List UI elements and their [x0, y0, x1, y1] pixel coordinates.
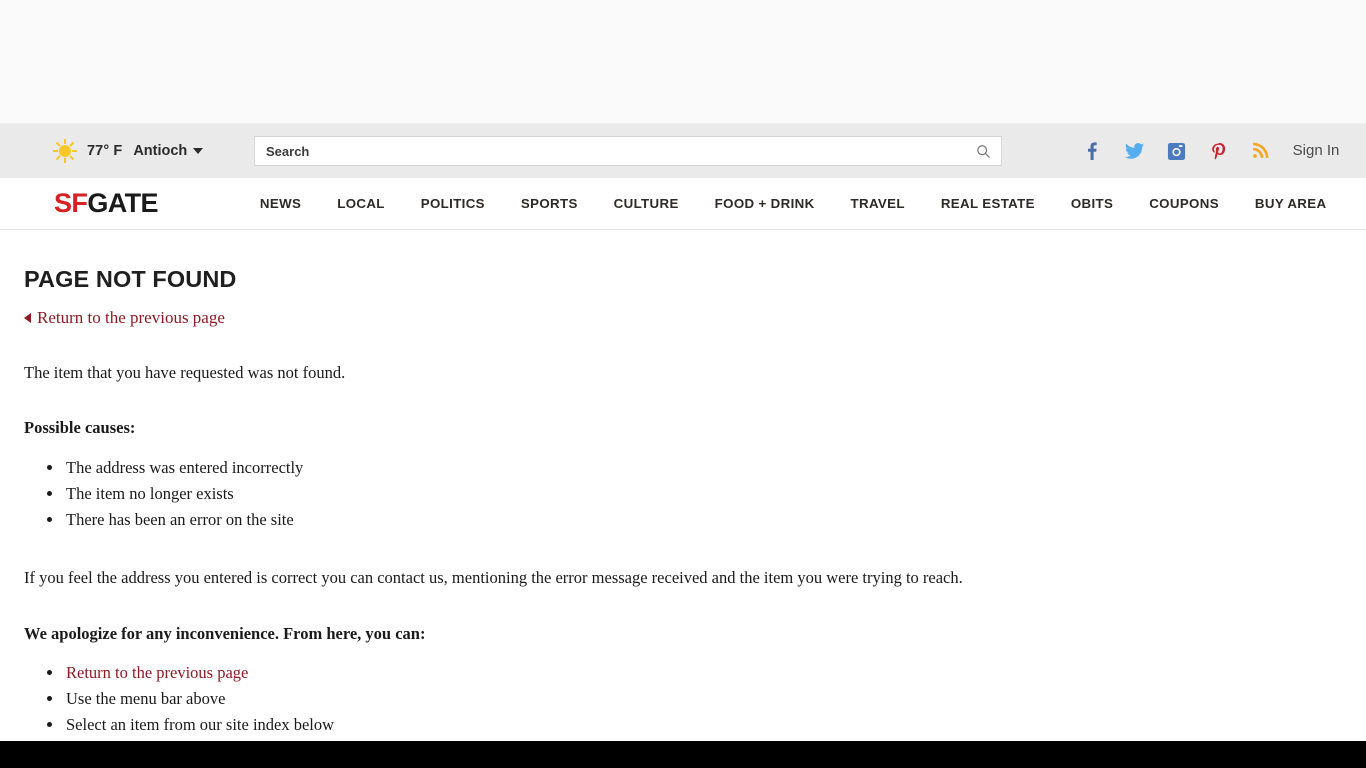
nav-item-news[interactable]: NEWS: [242, 196, 319, 211]
return-link-label: Return to the previous page: [37, 308, 225, 327]
nav-item-real-estate[interactable]: REAL ESTATE: [923, 196, 1053, 211]
contact-text: If you feel the address you entered is c…: [24, 568, 963, 588]
search-box[interactable]: [254, 136, 1002, 166]
return-previous-page-link-bottom[interactable]: Return to the previous page: [66, 663, 248, 682]
list-item: Return to the previous page: [64, 660, 1342, 686]
logo-gate: GATE: [87, 188, 158, 218]
search-container: [254, 136, 1002, 166]
utility-bar: 77° F Antioch Search Sign In: [0, 124, 1366, 178]
pinterest-icon[interactable]: [1206, 140, 1230, 162]
city-label: Antioch: [133, 143, 188, 159]
main-navigation: SFGATE NEWS LOCAL POLITICS SPORTS CULTUR…: [0, 178, 1366, 230]
list-item: Select an item from our site index below: [64, 712, 1342, 738]
temperature-label: 77° F: [87, 143, 123, 159]
nav-item-travel[interactable]: TRAVEL: [833, 196, 923, 211]
nav-links: NEWS LOCAL POLITICS SPORTS CULTURE FOOD …: [242, 196, 1345, 211]
list-item: The item no longer exists: [64, 481, 1342, 507]
nav-item-buy-area[interactable]: BUY AREA: [1237, 196, 1345, 211]
return-previous-page-link-top[interactable]: Return to the previous page: [24, 308, 225, 328]
apology-heading: We apologize for any inconvenience. From…: [24, 623, 426, 643]
sun-icon: [52, 138, 78, 164]
list-item: Use the menu bar above: [64, 686, 1342, 712]
sign-in-button[interactable]: Sign In: [1288, 142, 1344, 160]
nav-item-culture[interactable]: CULTURE: [596, 196, 697, 211]
list-item: The address was entered incorrectly: [64, 455, 1342, 481]
top-ad-slot: [0, 0, 1366, 124]
possible-causes-list: The address was entered incorrectly The …: [24, 439, 1342, 533]
nav-item-local[interactable]: LOCAL: [319, 196, 403, 211]
nav-item-sports[interactable]: SPORTS: [503, 196, 596, 211]
nav-item-food-drink[interactable]: FOOD + DRINK: [697, 196, 833, 211]
page-title: PAGE NOT FOUND: [24, 266, 237, 292]
footer-bar: [0, 741, 1366, 768]
search-input[interactable]: [264, 137, 976, 165]
twitter-icon[interactable]: [1122, 140, 1146, 162]
options-list: Return to the previous page Use the menu…: [24, 644, 1342, 738]
facebook-icon[interactable]: [1080, 140, 1104, 162]
logo-sf: SF: [54, 188, 88, 218]
main-content: PAGE NOT FOUND Return to the previous pa…: [0, 230, 1366, 741]
nav-item-coupons[interactable]: COUPONS: [1131, 196, 1237, 211]
nav-item-obits[interactable]: OBITS: [1053, 196, 1131, 211]
sfgate-logo[interactable]: SFGATE: [54, 188, 159, 218]
weather-widget[interactable]: 77° F Antioch: [52, 124, 204, 178]
city-selector[interactable]: Antioch: [133, 143, 204, 159]
rss-icon[interactable]: [1248, 140, 1272, 162]
search-icon[interactable]: [976, 144, 991, 159]
chevron-down-icon: [193, 148, 204, 154]
intro-text: The item that you have requested was not…: [24, 363, 346, 382]
possible-causes-heading: Possible causes:: [24, 418, 136, 438]
list-item: There has been an error on the site: [64, 507, 1342, 533]
triangle-left-icon: [24, 313, 31, 323]
nav-item-politics[interactable]: POLITICS: [403, 196, 503, 211]
social-links: [1080, 140, 1272, 162]
instagram-icon[interactable]: [1164, 140, 1188, 162]
